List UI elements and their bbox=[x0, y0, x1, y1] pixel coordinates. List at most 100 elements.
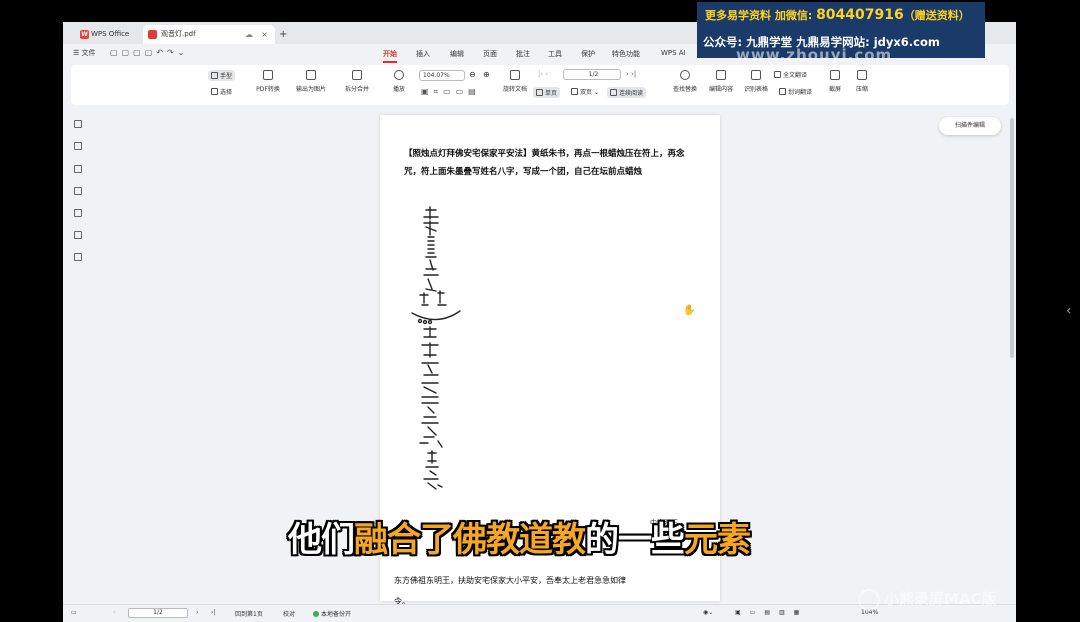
convert-icon bbox=[263, 70, 273, 80]
tab-edit[interactable]: 编辑 bbox=[450, 49, 464, 59]
full-translate-label: 全文翻译 bbox=[783, 72, 808, 79]
compress-label: 压缩 bbox=[855, 86, 868, 93]
last-page-icon[interactable]: ›| bbox=[211, 609, 215, 616]
edit-icon bbox=[716, 70, 726, 80]
eye-icon[interactable]: ◉⌄ bbox=[703, 609, 713, 616]
tab-start[interactable]: 开始 bbox=[383, 49, 397, 63]
screenshot-label: 截屏 bbox=[828, 86, 841, 93]
double-label: 双页 bbox=[580, 89, 593, 96]
zoom-in-icon[interactable]: ⊕ bbox=[483, 70, 490, 79]
tab-wps-ai[interactable]: WPS AI bbox=[661, 49, 686, 57]
thumbnail-icon[interactable] bbox=[74, 165, 82, 173]
hand-label: 手型 bbox=[220, 73, 233, 80]
page-heading-text: 【照烛点灯拜佛安宅保家平安法】黄纸朱书，再点一根蜡烛压在符上，再念咒，符上面朱墨… bbox=[404, 149, 685, 177]
sidebar-toggle-icon[interactable]: ▭ bbox=[71, 609, 77, 616]
edit-content-label: 编辑内容 bbox=[708, 86, 733, 93]
continuous-read-button[interactable]: 连续阅读 bbox=[607, 87, 647, 98]
next-page-icon[interactable]: › ›| bbox=[626, 70, 636, 78]
status-page-field[interactable]: 1/2 bbox=[128, 608, 188, 618]
split-icon bbox=[352, 70, 362, 80]
chevron-left-icon[interactable]: ‹ bbox=[1066, 303, 1072, 319]
vertical-scrollbar[interactable] bbox=[1010, 118, 1014, 358]
comment-icon[interactable] bbox=[74, 187, 82, 195]
zoom-out-icon[interactable]: ⊖ bbox=[469, 70, 476, 79]
promo-text-a: 更多易学资料 加微信: bbox=[705, 9, 817, 22]
menu-file-label: 文件 bbox=[81, 49, 96, 57]
single-page-icon bbox=[536, 89, 543, 96]
single-label: 单页 bbox=[545, 90, 558, 97]
tab-wps-office[interactable]: W WPS Office bbox=[77, 25, 129, 44]
hand-tool-button[interactable]: 手型 bbox=[208, 70, 236, 81]
play-button[interactable]: 播放 bbox=[389, 70, 409, 93]
view-layout-icons[interactable]: ▣▭▤▥▦ bbox=[735, 609, 808, 616]
edit-content-button[interactable]: 编辑内容 bbox=[705, 70, 737, 93]
full-translate-button[interactable]: 全文翻译 bbox=[774, 70, 807, 79]
prev-page-icon[interactable]: ‹ bbox=[113, 609, 115, 616]
continuous-label: 连续阅读 bbox=[619, 90, 644, 97]
cloud-icon[interactable]: ☁ bbox=[245, 25, 253, 44]
video-subtitle: 他们融合了佛教道教的一些元素 bbox=[288, 512, 751, 560]
tab-protect[interactable]: 保护 bbox=[581, 49, 595, 59]
back-first-page-button[interactable]: 回到第1页 bbox=[235, 609, 263, 618]
menu-file[interactable]: ☰ 文件 bbox=[73, 48, 96, 58]
compress-button[interactable]: 压缩 bbox=[851, 70, 873, 93]
close-icon[interactable]: × bbox=[261, 25, 268, 44]
pdf-convert-label: PDF转换 bbox=[256, 86, 280, 93]
subtitle-part: 佛教道教 bbox=[453, 520, 586, 560]
subtitle-part: 融合了 bbox=[354, 520, 454, 560]
tab-tools[interactable]: 工具 bbox=[548, 49, 562, 59]
outline-icon[interactable] bbox=[74, 120, 82, 128]
backup-status[interactable]: 本地备份开 bbox=[313, 609, 351, 618]
backup-label: 本地备份开 bbox=[321, 611, 352, 618]
compress-icon bbox=[857, 70, 867, 80]
recognize-table-button[interactable]: 识别表格 bbox=[740, 70, 772, 93]
screenshot-button[interactable]: 截屏 bbox=[823, 70, 847, 93]
scan-edit-button[interactable]: 扫描件编辑 bbox=[939, 117, 1001, 135]
next-page-icon[interactable]: › bbox=[196, 609, 198, 616]
screen-frame: W WPS Office 观音灯.pdf ☁ × + ☰ 文件 ▢▢▢▢↶↷⌄ … bbox=[0, 0, 1080, 622]
tab-label: 观音灯.pdf bbox=[161, 30, 196, 38]
quick-access-icons[interactable]: ▢▢▢▢↶↷⌄ bbox=[110, 48, 188, 57]
word-translate-button[interactable]: 划词翻译 bbox=[779, 87, 812, 96]
tab-features[interactable]: 特色功能 bbox=[612, 49, 640, 59]
layers-icon[interactable] bbox=[74, 231, 82, 239]
tab-label: WPS Office bbox=[91, 30, 130, 38]
word-translate-icon bbox=[779, 88, 786, 95]
pdf-file-icon bbox=[148, 30, 157, 39]
subtitle-part: 的一些 bbox=[585, 520, 685, 560]
double-page-icon bbox=[571, 88, 578, 95]
hand-cursor-icon: ✋ bbox=[683, 305, 696, 316]
talisman-image bbox=[411, 206, 461, 490]
tab-insert[interactable]: 插入 bbox=[416, 49, 430, 59]
proofread-button[interactable]: 校对 bbox=[283, 609, 295, 618]
export-image-button[interactable]: 输出为图片 bbox=[291, 70, 331, 93]
attachment-icon[interactable] bbox=[74, 209, 82, 217]
select-tool-button[interactable]: 选择 bbox=[211, 87, 232, 96]
new-tab-button[interactable]: + bbox=[279, 25, 287, 44]
scissors-icon bbox=[830, 70, 840, 80]
bookmark-icon[interactable] bbox=[74, 142, 82, 150]
tab-page[interactable]: 页面 bbox=[483, 49, 497, 59]
pdf-convert-button[interactable]: PDF转换 bbox=[251, 70, 285, 93]
zoom-field[interactable]: 104.07% bbox=[419, 70, 465, 81]
tab-annotate[interactable]: 批注 bbox=[516, 49, 530, 59]
rotate-icon bbox=[510, 70, 520, 80]
double-page-button[interactable]: 双页 ⌄ bbox=[571, 87, 599, 96]
ribbon-toolbar: 手型 选择 PDF转换 输出为图片 拆分合并 播放 104.07% ⊖ ⊕ ▣⌗… bbox=[71, 65, 1009, 105]
stack-icon[interactable] bbox=[74, 253, 82, 261]
search-icon bbox=[680, 70, 690, 80]
recorder-watermark: 小熊录屏MAC版 bbox=[858, 588, 1018, 616]
chevron-down-icon: ⌄ bbox=[592, 89, 599, 96]
promo-line-1: 更多易学资料 加微信: 804407916（赠送资料） bbox=[705, 7, 970, 23]
split-merge-button[interactable]: 拆分合并 bbox=[339, 70, 375, 93]
page-number-field[interactable]: 1/2 bbox=[563, 69, 621, 80]
tab-pdf-file[interactable]: 观音灯.pdf ☁ × bbox=[143, 25, 275, 44]
first-page-icon[interactable]: |‹ ‹ bbox=[538, 70, 548, 78]
recognize-table-label: 识别表格 bbox=[743, 86, 768, 93]
rotate-button[interactable]: 旋转文档 bbox=[499, 70, 531, 93]
continuous-icon bbox=[610, 89, 617, 96]
find-replace-button[interactable]: 查找替换 bbox=[669, 70, 701, 93]
view-mode-icons[interactable]: ▣⌗▭▭▤ bbox=[421, 87, 481, 97]
single-page-button[interactable]: 单页 bbox=[533, 87, 561, 98]
image-icon bbox=[306, 70, 316, 80]
